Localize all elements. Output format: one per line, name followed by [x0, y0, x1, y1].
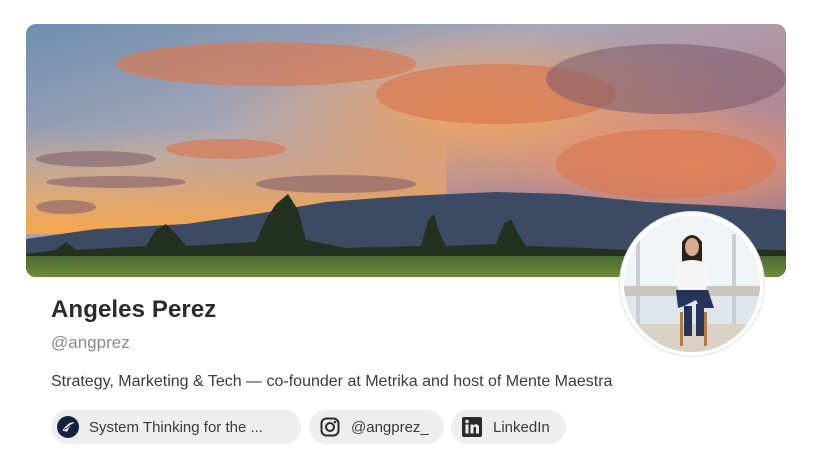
- profile-bio: Strategy, Marketing & Tech — co-founder …: [51, 373, 613, 390]
- podcast-logo-icon: [57, 416, 79, 438]
- linkedin-link-chip[interactable]: LinkedIn: [451, 410, 566, 444]
- profile-handle: @angprez: [51, 333, 130, 352]
- podcast-link-chip[interactable]: System Thinking for the ...: [51, 410, 301, 444]
- instagram-link-chip[interactable]: @angprez_: [309, 410, 444, 444]
- podcast-link-label: System Thinking for the ...: [89, 418, 263, 436]
- profile-name: Angeles Perez: [51, 296, 217, 323]
- instagram-icon: [319, 416, 341, 438]
- linkedin-link-label: LinkedIn: [493, 418, 550, 436]
- linkedin-icon: [461, 416, 483, 438]
- profile-avatar: [620, 212, 764, 356]
- instagram-link-label: @angprez_: [351, 418, 429, 436]
